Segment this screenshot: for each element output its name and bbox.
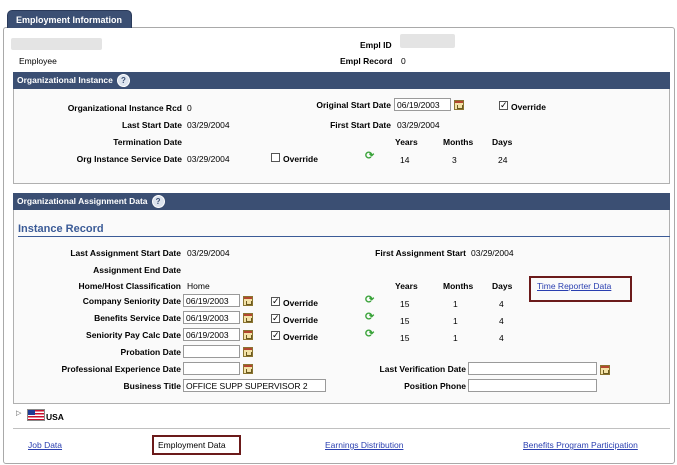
company-seniority-months: 1 [453, 299, 458, 309]
business-title-label: Business Title [123, 381, 181, 391]
days-header: Days [492, 137, 513, 147]
seniority-pay-years: 15 [400, 333, 410, 343]
refresh-icon[interactable]: ⟳ [365, 149, 374, 162]
org-instance-rcd-label: Organizational Instance Rcd [67, 103, 182, 113]
company-seniority-date-input[interactable] [183, 294, 240, 307]
professional-experience-date-label: Professional Experience Date [61, 364, 181, 374]
seniority-pay-override-label: Override [283, 332, 318, 342]
override-label: Override [511, 102, 546, 112]
org-assignment-header: Organizational Assignment Data? [13, 193, 670, 210]
org-instance-rcd-value: 0 [187, 103, 192, 113]
calendar-icon[interactable] [243, 313, 253, 323]
benefits-service-date-label: Benefits Service Date [94, 313, 181, 323]
country-usa-label: USA [46, 412, 64, 422]
org-instance-service-date-label: Org Instance Service Date [76, 154, 182, 164]
last-verification-date-label: Last Verification Date [379, 364, 466, 374]
refresh-icon[interactable]: ⟳ [365, 310, 374, 323]
benefits-service-months: 1 [453, 316, 458, 326]
empl-record-label: Empl Record [340, 56, 393, 66]
benefits-service-override-label: Override [283, 315, 318, 325]
service-years-value: 14 [400, 155, 410, 165]
service-days-value: 24 [498, 155, 508, 165]
expand-arrow-icon[interactable]: ▷ [16, 409, 21, 417]
years-header: Years [395, 281, 418, 291]
calendar-icon[interactable] [600, 365, 610, 375]
instance-record-rule [18, 236, 670, 237]
service-override-checkbox[interactable] [271, 153, 280, 162]
help-icon[interactable]: ? [116, 74, 130, 88]
benefits-service-date-input[interactable] [183, 311, 240, 324]
days-header: Days [492, 281, 513, 291]
first-assignment-start-value: 03/29/2004 [471, 248, 514, 258]
last-assignment-start-date-label: Last Assignment Start Date [70, 248, 181, 258]
company-seniority-override-checkbox[interactable]: ✓ [271, 297, 280, 306]
refresh-icon[interactable]: ⟳ [365, 327, 374, 340]
instance-record-title: Instance Record [18, 223, 104, 235]
service-months-value: 3 [452, 155, 457, 165]
first-start-date-label: First Start Date [330, 120, 391, 130]
seniority-pay-calc-date-label: Seniority Pay Calc Date [86, 330, 181, 340]
benefits-service-days: 4 [499, 316, 504, 326]
probation-date-input[interactable] [183, 345, 240, 358]
last-start-date-label: Last Start Date [122, 120, 182, 130]
probation-date-label: Probation Date [120, 347, 181, 357]
time-reporter-data-link[interactable]: Time Reporter Data [537, 281, 611, 291]
company-seniority-years: 15 [400, 299, 410, 309]
home-host-classification-label: Home/Host Classification [78, 281, 182, 291]
calendar-icon[interactable] [243, 330, 253, 340]
earnings-distribution-link[interactable]: Earnings Distribution [325, 440, 403, 450]
home-host-classification-value: Home [187, 281, 210, 291]
empl-id-redacted [400, 34, 455, 48]
seniority-pay-override-checkbox[interactable]: ✓ [271, 331, 280, 340]
empl-id-label: Empl ID [360, 40, 392, 50]
original-start-date-label: Original Start Date [316, 100, 391, 110]
job-data-link[interactable]: Job Data [28, 440, 62, 450]
usa-flag-icon [27, 409, 45, 421]
footer-separator [13, 428, 670, 429]
company-seniority-date-label: Company Seniority Date [82, 296, 181, 306]
last-start-date-value: 03/29/2004 [187, 120, 230, 130]
months-header: Months [443, 281, 474, 291]
business-title-input[interactable] [183, 379, 326, 392]
help-icon[interactable]: ? [151, 195, 165, 209]
benefits-service-override-checkbox[interactable]: ✓ [271, 314, 280, 323]
org-instance-header: Organizational Instance? [13, 72, 670, 89]
original-start-date-input[interactable] [394, 98, 451, 111]
empl-record-value: 0 [401, 56, 406, 66]
seniority-pay-calc-date-input[interactable] [183, 328, 240, 341]
org-instance-title: Organizational Instance [17, 75, 113, 85]
service-override-label: Override [283, 154, 318, 164]
last-verification-date-input[interactable] [468, 362, 597, 375]
employee-name-redacted [11, 38, 102, 50]
override-checkbox[interactable]: ✓ [499, 101, 508, 110]
position-phone-input[interactable] [468, 379, 597, 392]
months-header: Months [443, 137, 474, 147]
assignment-end-date-label: Assignment End Date [93, 265, 181, 275]
employment-data-current-page: Employment Data [158, 440, 226, 450]
benefits-service-years: 15 [400, 316, 410, 326]
years-header: Years [395, 137, 418, 147]
refresh-icon[interactable]: ⟳ [365, 293, 374, 306]
company-seniority-days: 4 [499, 299, 504, 309]
first-assignment-start-label: First Assignment Start [375, 248, 466, 258]
position-phone-label: Position Phone [404, 381, 466, 391]
benefits-program-participation-link[interactable]: Benefits Program Participation [523, 440, 638, 450]
calendar-icon[interactable] [243, 296, 253, 306]
employee-label: Employee [19, 56, 57, 66]
org-instance-service-date-value: 03/29/2004 [187, 154, 230, 164]
calendar-icon[interactable] [243, 347, 253, 357]
termination-date-label: Termination Date [113, 137, 182, 147]
first-start-date-value: 03/29/2004 [397, 120, 440, 130]
last-assignment-start-date-value: 03/29/2004 [187, 248, 230, 258]
calendar-icon[interactable] [454, 100, 464, 110]
org-assignment-title: Organizational Assignment Data [17, 196, 148, 206]
professional-experience-date-input[interactable] [183, 362, 240, 375]
calendar-icon[interactable] [243, 364, 253, 374]
seniority-pay-months: 1 [453, 333, 458, 343]
seniority-pay-days: 4 [499, 333, 504, 343]
tab-employment-information[interactable]: Employment Information [7, 10, 132, 28]
company-seniority-override-label: Override [283, 298, 318, 308]
